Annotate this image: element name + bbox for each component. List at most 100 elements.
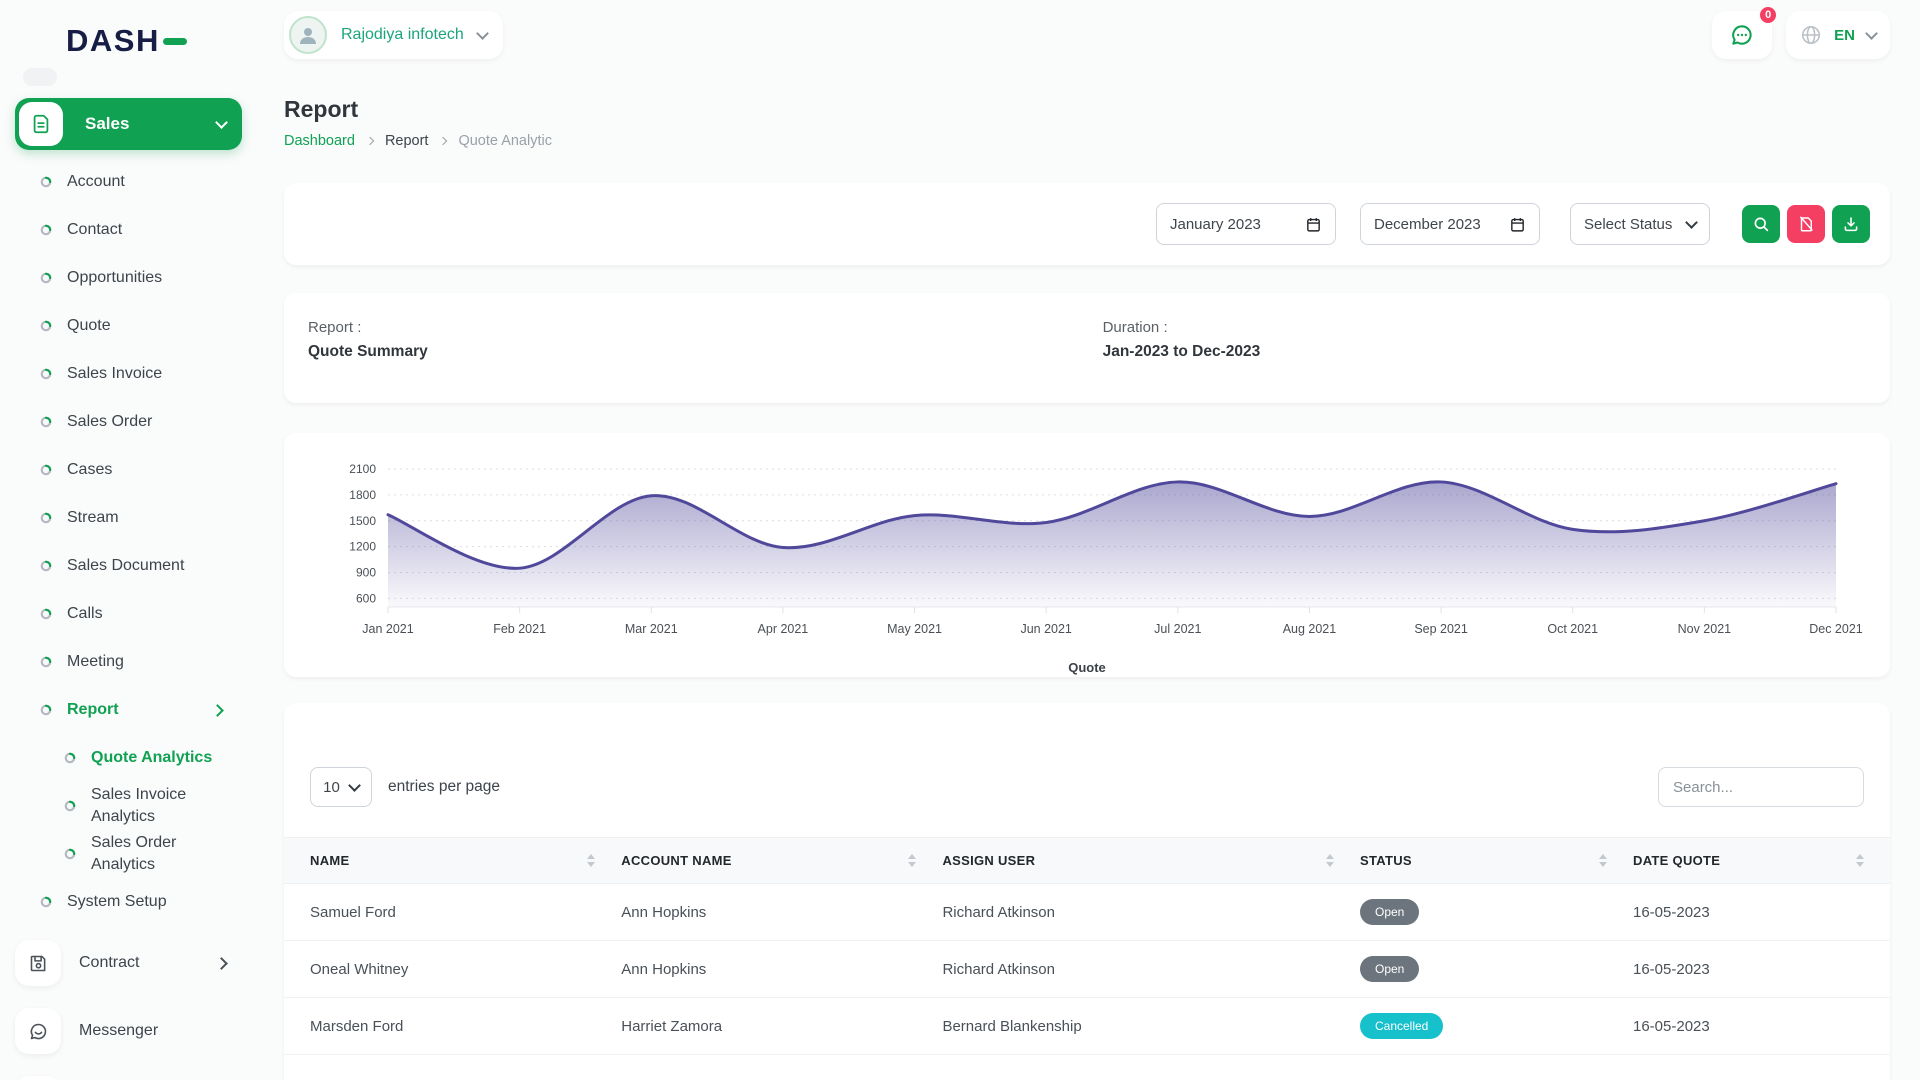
sidebar-item-sales-invoice[interactable]: Sales Invoice bbox=[0, 350, 260, 398]
column-header-date-quote[interactable]: DATE QUOTE bbox=[1633, 838, 1890, 884]
bullet-icon bbox=[40, 464, 52, 476]
sidebar-item-sales-document[interactable]: Sales Document bbox=[0, 542, 260, 590]
chevron-right-icon bbox=[211, 704, 224, 717]
table-row[interactable]: Marsden Ford Harriet Zamora Bernard Blan… bbox=[284, 998, 1890, 1055]
sidebar-item-system-setup[interactable]: System Setup bbox=[0, 878, 260, 926]
cell-account: Harriet Zamora bbox=[621, 998, 942, 1055]
cell-date: 16-05-2023 bbox=[1633, 884, 1890, 941]
download-icon bbox=[1842, 215, 1860, 233]
sidebar-item-account[interactable]: Account bbox=[0, 158, 260, 206]
sidebar-item-sales-order[interactable]: Sales Order bbox=[0, 398, 260, 446]
sort-icon[interactable] bbox=[587, 854, 595, 867]
calendar-icon bbox=[1509, 216, 1526, 233]
svg-text:Nov 2021: Nov 2021 bbox=[1678, 622, 1732, 636]
language-label: EN bbox=[1834, 27, 1855, 44]
sidebar-item-contact[interactable]: Contact bbox=[0, 206, 260, 254]
sidebar-item-label: Sales Order Analytics bbox=[91, 832, 230, 875]
cell-status: Open bbox=[1360, 941, 1633, 998]
messenger-button[interactable]: 0 bbox=[1712, 11, 1772, 59]
breadcrumb: Dashboard Report Quote Analytic bbox=[284, 133, 1890, 149]
monitor-icon bbox=[15, 1076, 61, 1080]
globe-icon bbox=[1800, 24, 1822, 46]
brand-logo[interactable]: DASH bbox=[66, 24, 260, 58]
column-header-account-name[interactable]: ACCOUNT NAME bbox=[621, 838, 942, 884]
svg-text:Dec 2021: Dec 2021 bbox=[1809, 622, 1863, 636]
cell-name: Marsden Ford bbox=[284, 998, 621, 1055]
clear-filter-button[interactable] bbox=[1787, 205, 1825, 243]
table-row[interactable]: Samuel Ford Ann Hopkins Richard Atkinson… bbox=[284, 884, 1890, 941]
brand-logo-dash-icon bbox=[163, 38, 187, 45]
sidebar: DASH Sales Account Contact bbox=[0, 0, 260, 1080]
status-select[interactable]: Select Status bbox=[1570, 203, 1710, 245]
sidebar-item-quote-analytics[interactable]: Quote Analytics bbox=[0, 734, 260, 782]
sidebar-item-sales-invoice-analytics[interactable]: Sales Invoice Analytics bbox=[0, 782, 260, 830]
chevron-right-icon bbox=[439, 137, 447, 145]
download-button[interactable] bbox=[1832, 205, 1870, 243]
chevron-right-icon bbox=[366, 137, 374, 145]
notification-badge: 0 bbox=[1758, 5, 1778, 25]
svg-text:Jun 2021: Jun 2021 bbox=[1020, 622, 1071, 636]
sidebar-group-contract[interactable]: Contract bbox=[0, 932, 260, 994]
column-header-status[interactable]: STATUS bbox=[1360, 838, 1633, 884]
sidebar-item-label: Sales Invoice bbox=[67, 365, 162, 383]
sidebar-item-opportunities[interactable]: Opportunities bbox=[0, 254, 260, 302]
end-date-value: December 2023 bbox=[1374, 216, 1481, 233]
apply-search-button[interactable] bbox=[1742, 205, 1780, 243]
sidebar-item-sales-order-analytics[interactable]: Sales Order Analytics bbox=[0, 830, 260, 878]
bullet-icon bbox=[64, 848, 76, 860]
company-name: Rajodiya infotech bbox=[341, 26, 464, 44]
sidebar-item-meeting[interactable]: Meeting bbox=[0, 638, 260, 686]
sidebar-item-report[interactable]: Report bbox=[0, 686, 260, 734]
language-selector[interactable]: EN bbox=[1786, 11, 1890, 59]
sidebar-item-label: Sales Order bbox=[67, 413, 152, 431]
sidebar-item-label: System Setup bbox=[67, 893, 167, 911]
sort-icon[interactable] bbox=[1599, 854, 1607, 867]
bullet-icon bbox=[40, 416, 52, 428]
table-search-input[interactable] bbox=[1658, 767, 1864, 807]
sidebar-item-quote[interactable]: Quote bbox=[0, 302, 260, 350]
sidebar-item-label: Contact bbox=[67, 221, 122, 239]
cell-status: Cancelled bbox=[1360, 998, 1633, 1055]
report-label: Report : bbox=[308, 319, 1103, 336]
start-date-input[interactable]: January 2023 bbox=[1156, 203, 1336, 245]
entries-per-page-select[interactable]: 10 bbox=[310, 767, 372, 807]
cell-status: Open bbox=[1360, 884, 1633, 941]
column-header-name[interactable]: NAME bbox=[284, 838, 621, 884]
sidebar-group-assets[interactable]: Assets bbox=[0, 1068, 260, 1080]
bullet-icon bbox=[40, 656, 52, 668]
column-header-assign-user[interactable]: ASSIGN USER bbox=[942, 838, 1360, 884]
receipt-icon bbox=[19, 102, 63, 146]
sort-icon[interactable] bbox=[908, 854, 916, 867]
table-row[interactable]: Oneal Whitney Ann Hopkins Richard Atkins… bbox=[284, 941, 1890, 998]
breadcrumb-report[interactable]: Report bbox=[385, 133, 429, 149]
bullet-icon bbox=[64, 800, 76, 812]
bullet-icon bbox=[40, 176, 52, 188]
bullet-icon bbox=[40, 512, 52, 524]
sidebar-item-label: Opportunities bbox=[67, 269, 162, 287]
chevron-down-icon bbox=[215, 116, 228, 129]
sidebar-item-cases[interactable]: Cases bbox=[0, 446, 260, 494]
company-selector[interactable]: Rajodiya infotech bbox=[284, 11, 503, 59]
filter-buttons bbox=[1742, 205, 1870, 243]
chevron-down-icon bbox=[476, 27, 489, 40]
sidebar-group-sales[interactable]: Sales bbox=[15, 98, 242, 150]
svg-text:May 2021: May 2021 bbox=[887, 622, 942, 636]
breadcrumb-dashboard[interactable]: Dashboard bbox=[284, 133, 355, 149]
end-date-input[interactable]: December 2023 bbox=[1360, 203, 1540, 245]
sort-icon[interactable] bbox=[1326, 854, 1334, 867]
sidebar-item-label: Stream bbox=[67, 509, 119, 527]
sort-icon[interactable] bbox=[1856, 854, 1864, 867]
brand-logo-text: DASH bbox=[66, 23, 160, 59]
sidebar-item-label: Meeting bbox=[67, 653, 124, 671]
cell-user: Richard Atkinson bbox=[942, 941, 1360, 998]
sidebar-item-calls[interactable]: Calls bbox=[0, 590, 260, 638]
bullet-icon bbox=[64, 752, 76, 764]
entries-per-page-value: 10 bbox=[323, 779, 340, 796]
filter-bar: January 2023 December 2023 Select Status bbox=[284, 183, 1890, 265]
bullet-icon bbox=[40, 368, 52, 380]
chevron-right-icon bbox=[215, 957, 228, 970]
start-date-value: January 2023 bbox=[1170, 216, 1261, 233]
sidebar-item-stream[interactable]: Stream bbox=[0, 494, 260, 542]
sidebar-group-messenger[interactable]: Messenger bbox=[0, 1000, 260, 1062]
chevron-down-icon bbox=[1685, 216, 1698, 229]
